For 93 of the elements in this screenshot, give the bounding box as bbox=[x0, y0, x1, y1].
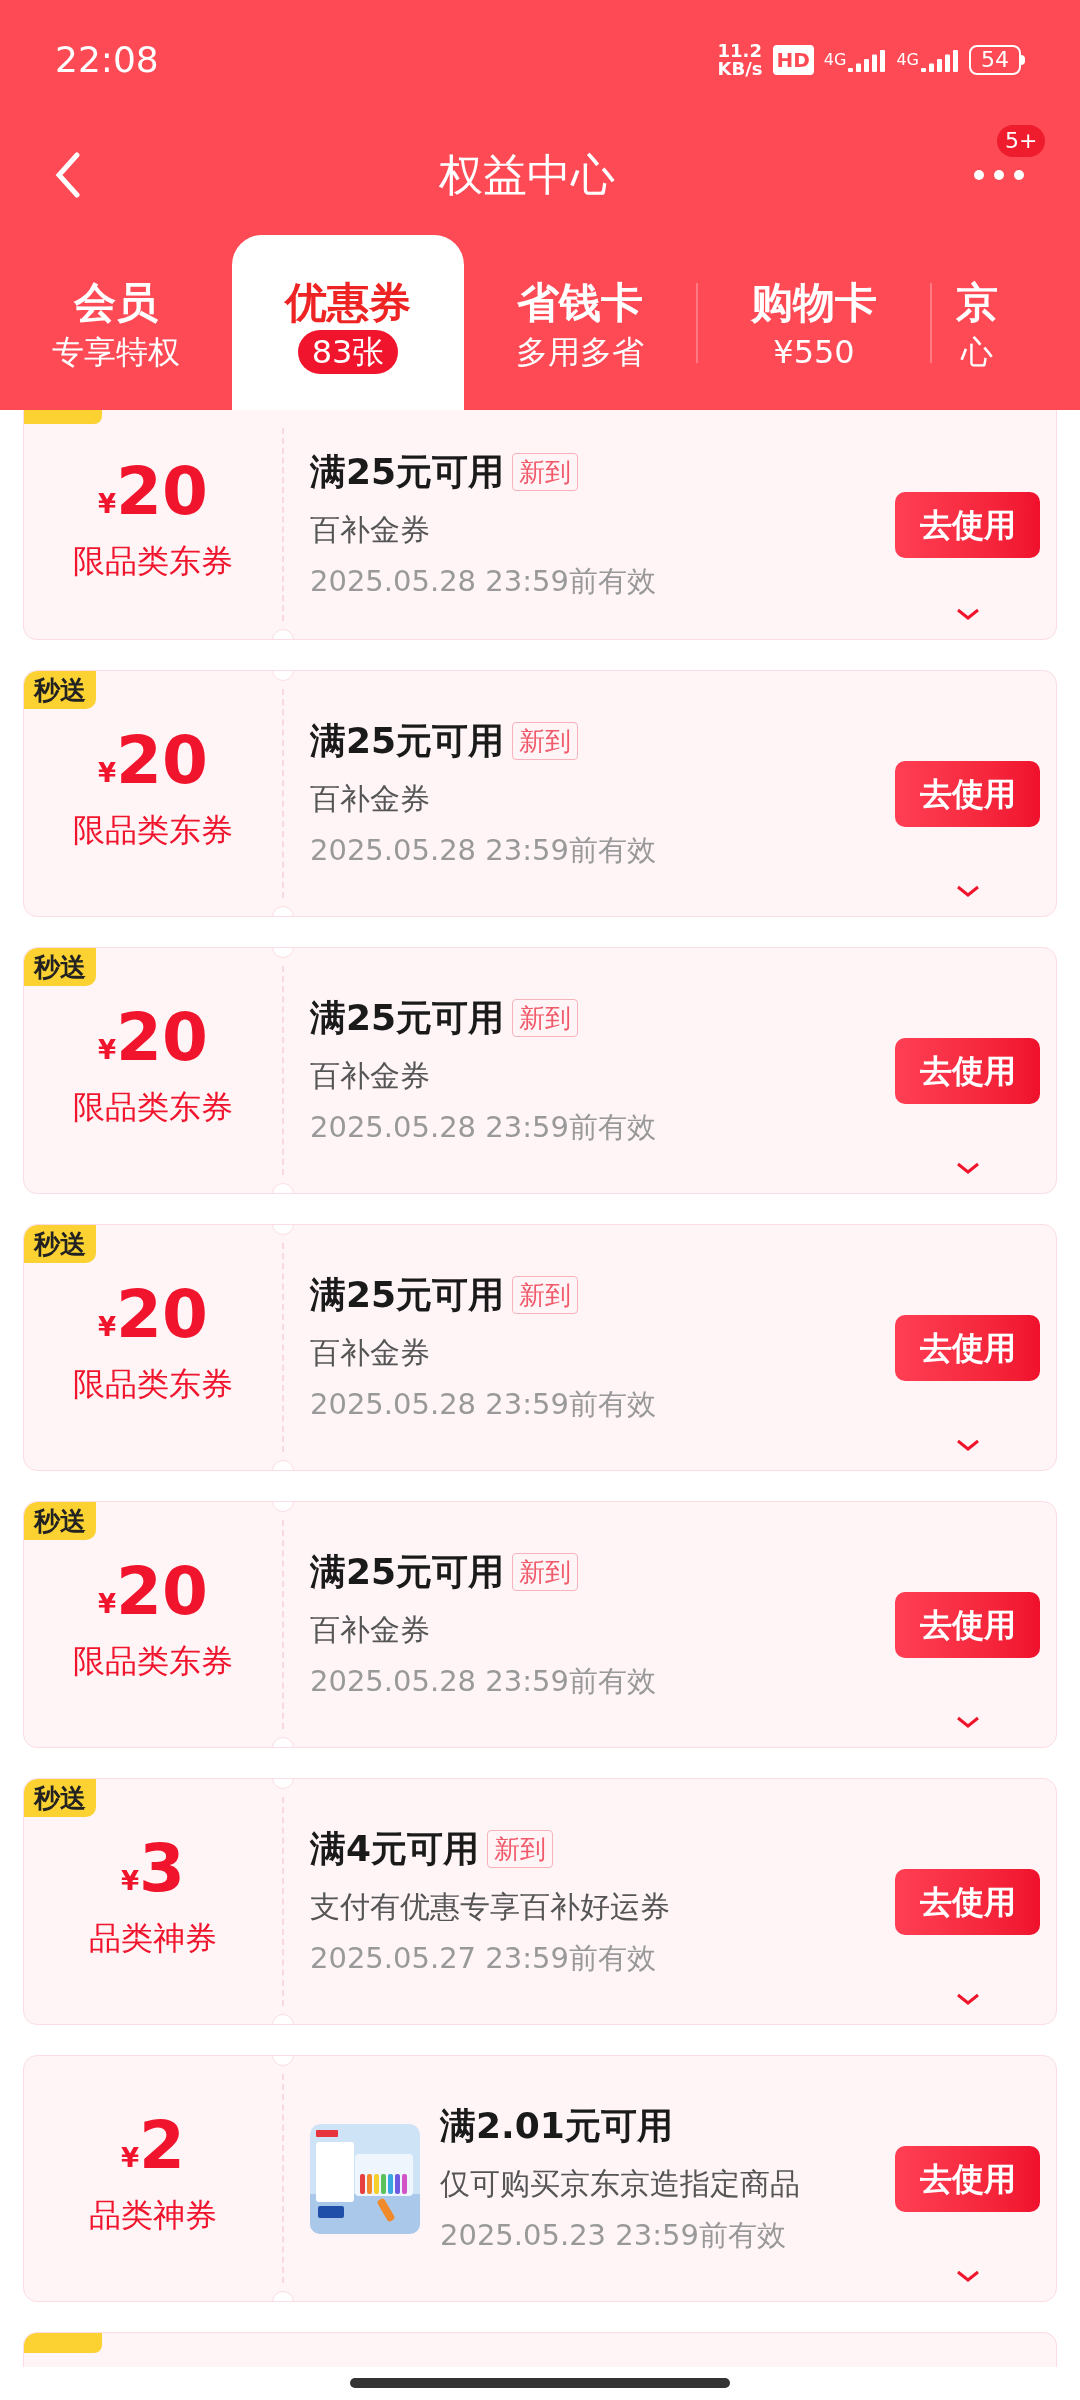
coupon-amount: 20 bbox=[116, 1004, 208, 1071]
coupon-amount: 20 bbox=[116, 1281, 208, 1348]
coupon-condition: 满2.01元可用 bbox=[440, 2104, 673, 2149]
battery-indicator: 54 bbox=[969, 45, 1021, 75]
coupon-condition: 满25元可用 bbox=[310, 1273, 505, 1318]
coupon-category: 限品类东券 bbox=[73, 1363, 233, 1405]
coupon-condition: 满25元可用 bbox=[310, 996, 505, 1041]
badge-tag: 秒送 bbox=[24, 1225, 96, 1263]
badge-tag: 秒送 bbox=[24, 948, 96, 986]
new-tag: 新到 bbox=[512, 453, 579, 492]
category-tab[interactable]: 会员 专享特权 bbox=[0, 235, 232, 410]
coupon-amount: 20 bbox=[116, 458, 208, 525]
coupon-validity: 2025.05.23 23:59前有效 bbox=[440, 2217, 787, 2255]
notification-badge: 5+ bbox=[997, 125, 1046, 157]
coupon-condition: 满25元可用 bbox=[310, 719, 505, 764]
coupon-card[interactable]: ¥20 限品类东券 满25元可用 新到 百补金券 2025.05.28 23:59前有效 去使用 bbox=[23, 410, 1057, 640]
coupon-category: 限品类东券 bbox=[73, 809, 233, 851]
currency-sign: ¥ bbox=[98, 1313, 117, 1340]
chevron-down-icon[interactable] bbox=[954, 2269, 981, 2283]
network-type: 4G bbox=[896, 49, 919, 71]
coupon-card[interactable]: 秒送 ¥20 限品类东券 满25元可用 新到 百补金券 2025.05.28 23:59前有效 去使用 bbox=[23, 1224, 1057, 1471]
coupon-category: 限品类东券 bbox=[73, 1086, 233, 1128]
coupon-description: 百补金券 bbox=[310, 1334, 431, 1373]
coupon-card[interactable]: 秒送 ¥20 限品类东券 满25元可用 新到 百补金券 2025.05.28 23:59前有效 去使用 bbox=[23, 1501, 1057, 1748]
coupon-card[interactable]: ¥2 品类神券 满2.01元可用 仅可购买京东京造指定商品 2025.05.23 23:59前有效 去使用 bbox=[23, 2055, 1057, 2302]
coupon-amount: 20 bbox=[116, 1558, 208, 1625]
coupon-validity: 2025.05.27 23:59前有效 bbox=[310, 1940, 657, 1978]
coupon-card[interactable]: 秒送 ¥20 限品类东券 满25元可用 新到 百补金券 2025.05.28 23:59前有效 去使用 bbox=[23, 670, 1057, 917]
chevron-down-icon[interactable] bbox=[954, 1992, 981, 2006]
currency-sign: ¥ bbox=[98, 1590, 117, 1617]
coupon-category: 品类神券 bbox=[89, 1917, 217, 1959]
chevron-down-icon[interactable] bbox=[954, 884, 981, 898]
category-tab[interactable]: 省钱卡 多用多省 bbox=[464, 235, 696, 410]
coupon-amount: 20 bbox=[116, 727, 208, 794]
category-tab[interactable]: 京 心 bbox=[932, 235, 1022, 410]
coupon-description: 支付有优惠专享百补好运券 bbox=[310, 1888, 671, 1927]
use-button[interactable]: 去使用 bbox=[895, 1868, 1040, 1935]
coupon-condition: 满25元可用 bbox=[310, 450, 505, 495]
category-tab[interactable]: 购物卡 ¥550 bbox=[698, 235, 930, 410]
coupon-condition: 满25元可用 bbox=[310, 1550, 505, 1595]
coupon-amount: 3 bbox=[139, 1835, 185, 1902]
coupon-description: 百补金券 bbox=[310, 1057, 431, 1096]
currency-sign: ¥ bbox=[98, 759, 117, 786]
new-tag: 新到 bbox=[487, 1830, 554, 1869]
currency-sign: ¥ bbox=[98, 1036, 117, 1063]
chevron-down-icon[interactable] bbox=[954, 1715, 981, 1729]
currency-sign: ¥ bbox=[121, 2144, 140, 2171]
coupon-condition: 满4元可用 bbox=[310, 1827, 480, 1872]
battery-tip bbox=[1021, 55, 1025, 65]
new-tag: 新到 bbox=[512, 1276, 579, 1315]
coupon-validity: 2025.05.28 23:59前有效 bbox=[310, 1109, 657, 1147]
coupon-card[interactable]: 秒送 ¥3 品类神券 满4元可用 新到 支付有优惠专享百补好运券 2025.05.27 23:59前有效 去使用 bbox=[23, 1778, 1057, 2025]
coupon-category: 限品类东券 bbox=[73, 1640, 233, 1682]
chevron-down-icon[interactable] bbox=[954, 1161, 981, 1175]
use-button[interactable]: 去使用 bbox=[895, 1037, 1040, 1104]
coupon-category: 限品类东券 bbox=[73, 540, 233, 582]
coupon-card[interactable]: 秒送 ¥20 限品类东券 满25元可用 新到 百补金券 2025.05.28 23:59前有效 去使用 bbox=[23, 947, 1057, 1194]
coupon-validity: 2025.05.28 23:59前有效 bbox=[310, 1386, 657, 1424]
back-icon[interactable] bbox=[55, 152, 81, 198]
network-type: 4G bbox=[823, 49, 847, 71]
coupon-description: 百补金券 bbox=[310, 780, 431, 819]
coupon-description: 百补金券 bbox=[310, 511, 431, 550]
coupon-validity: 2025.05.28 23:59前有效 bbox=[310, 832, 657, 870]
page-title: 权益中心 bbox=[439, 148, 615, 202]
use-button[interactable]: 去使用 bbox=[895, 491, 1040, 558]
new-tag: 新到 bbox=[512, 722, 579, 761]
new-tag: 新到 bbox=[512, 999, 579, 1038]
coupon-validity: 2025.05.28 23:59前有效 bbox=[310, 563, 657, 601]
use-button[interactable]: 去使用 bbox=[895, 2145, 1040, 2212]
currency-sign: ¥ bbox=[98, 490, 117, 517]
use-button[interactable]: 去使用 bbox=[895, 1591, 1040, 1658]
badge-tag: 秒送 bbox=[24, 671, 96, 709]
use-button[interactable]: 去使用 bbox=[895, 1314, 1040, 1381]
coupon-description: 仅可购买京东京造指定商品 bbox=[440, 2165, 801, 2204]
chevron-down-icon[interactable] bbox=[954, 1438, 981, 1452]
chevron-down-icon[interactable] bbox=[954, 607, 981, 621]
use-button[interactable]: 去使用 bbox=[895, 760, 1040, 827]
new-tag: 新到 bbox=[512, 1553, 579, 1592]
category-tab[interactable]: 优惠券 83张 bbox=[232, 235, 464, 410]
coupon-description: 百补金券 bbox=[310, 1611, 431, 1650]
status-time: 22:08 bbox=[55, 38, 159, 82]
hd-badge: HD bbox=[772, 45, 814, 75]
network-speed-unit: KB/s bbox=[717, 60, 763, 78]
currency-sign: ¥ bbox=[121, 1867, 140, 1894]
more-icon[interactable] bbox=[973, 169, 1025, 181]
badge-tag: 秒送 bbox=[24, 1502, 96, 1540]
coupon-category: 品类神券 bbox=[89, 2194, 217, 2236]
badge-tag: 秒送 bbox=[24, 1779, 96, 1817]
signal-icon bbox=[848, 48, 887, 72]
signal-icon bbox=[921, 48, 959, 72]
coupon-amount: 2 bbox=[139, 2112, 185, 2179]
network-speed: 11.2 bbox=[717, 42, 763, 60]
coupon-validity: 2025.05.28 23:59前有效 bbox=[310, 1663, 657, 1701]
